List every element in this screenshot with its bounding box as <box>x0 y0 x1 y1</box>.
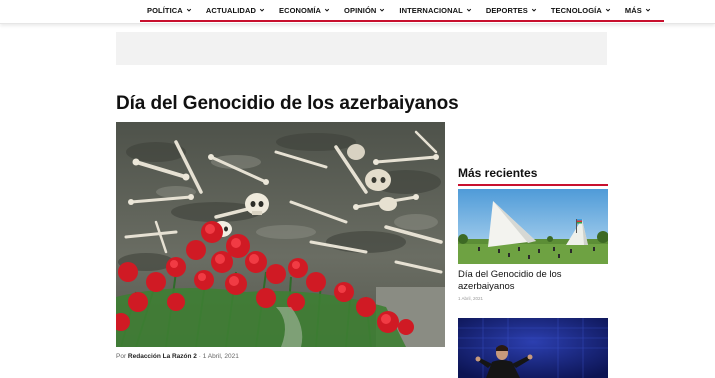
chevron-down-icon <box>324 7 330 13</box>
author-link[interactable]: Redacción La Razón 2 <box>128 353 197 360</box>
chevron-down-icon <box>645 7 651 13</box>
recent-card-date: 1 Abril, 2021 <box>458 296 484 301</box>
top-navbar: POLÍTICA ACTUALIDAD ECONOMÍA OPINIÓN INT… <box>0 0 715 24</box>
nav-item-economia[interactable]: ECONOMÍA <box>272 0 337 20</box>
nav-item-label: MÁS <box>624 5 642 15</box>
nav-item-label: POLÍTICA <box>147 5 183 15</box>
recent-card-image[interactable] <box>458 189 608 264</box>
nav-item-label: DEPORTES <box>485 5 528 15</box>
nav-item-mas[interactable]: MÁS <box>618 0 658 20</box>
article-byline: Por Redacción La Razón 2 · 1 Abril, 2021 <box>116 353 239 360</box>
article-title: Día del Genocidio de los azerbaiyanos <box>116 93 459 114</box>
chevron-down-icon <box>186 7 192 13</box>
nav-item-politica[interactable]: POLÍTICA <box>140 0 199 20</box>
chevron-down-icon <box>379 7 385 13</box>
chevron-down-icon <box>259 7 265 13</box>
chevron-down-icon <box>531 7 537 13</box>
nav-item-internacional[interactable]: INTERNACIONAL <box>392 0 478 20</box>
nav-item-label: ACTUALIDAD <box>205 5 256 15</box>
nav-item-opinion[interactable]: OPINIÓN <box>337 0 392 20</box>
chevron-down-icon <box>466 7 472 13</box>
nav-item-tecnologia[interactable]: TECNOLOGÍA <box>544 0 618 20</box>
recent-card-title[interactable]: Día del Genocidio de los azerbaiyanos <box>458 269 608 293</box>
recent-card-image-2[interactable] <box>458 318 608 378</box>
ad-banner-placeholder <box>116 32 607 65</box>
article-hero-image <box>116 122 445 347</box>
nav-item-deportes[interactable]: DEPORTES <box>479 0 544 20</box>
nav-item-label: OPINIÓN <box>344 5 377 15</box>
chevron-down-icon <box>605 7 611 13</box>
byline-prefix: Por <box>116 353 128 360</box>
main-nav: POLÍTICA ACTUALIDAD ECONOMÍA OPINIÓN INT… <box>140 0 664 22</box>
article-date: 1 Abril, 2021 <box>202 353 239 360</box>
nav-item-label: INTERNACIONAL <box>399 5 463 15</box>
nav-item-label: ECONOMÍA <box>278 5 322 15</box>
sidebar-heading: Más recientes <box>458 166 608 186</box>
nav-item-label: TECNOLOGÍA <box>550 5 602 15</box>
sidebar-recent: Más recientes <box>458 166 608 186</box>
nav-item-actualidad[interactable]: ACTUALIDAD <box>199 0 272 20</box>
